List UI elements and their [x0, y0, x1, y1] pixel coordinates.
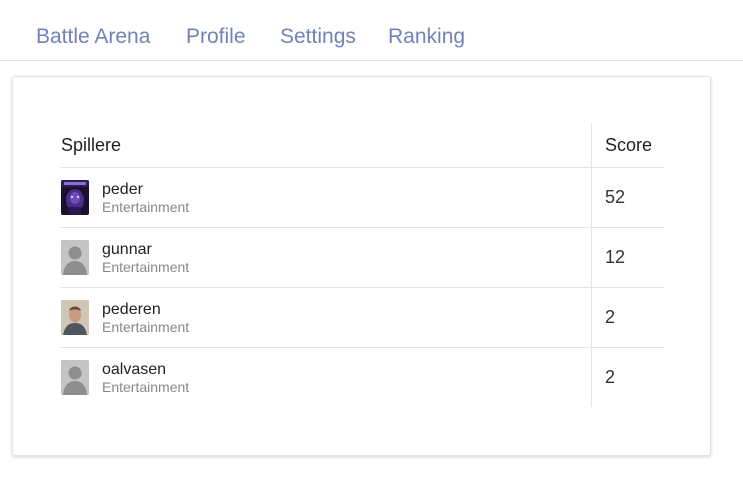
player-score: 2 — [591, 347, 664, 407]
leaderboard-table: Spillere Score peder Entertainment 52 gu… — [61, 123, 664, 407]
score-column-header: Score — [591, 123, 664, 168]
table-row[interactable]: gunnar Entertainment 12 — [61, 227, 664, 288]
photo-avatar — [61, 300, 89, 335]
default-user-avatar — [61, 240, 89, 275]
player-name[interactable]: oalvasen — [102, 361, 166, 379]
player-group: Entertainment — [102, 199, 190, 215]
player-group: Entertainment — [102, 319, 190, 335]
nav-profile[interactable]: Profile — [186, 24, 246, 50]
player-group: Entertainment — [102, 379, 190, 395]
table-header-row: Spillere Score — [61, 123, 664, 168]
nav-battle-arena[interactable]: Battle Arena — [36, 24, 150, 50]
table-row[interactable]: oalvasen Entertainment 2 — [61, 347, 664, 408]
player-name[interactable]: gunnar — [102, 241, 152, 259]
player-name[interactable]: peder — [102, 181, 143, 199]
player-score: 2 — [591, 287, 664, 348]
leaderboard-card: Spillere Score peder Entertainment 52 gu… — [12, 76, 711, 456]
nav-ranking[interactable]: Ranking — [388, 24, 465, 50]
table-row[interactable]: peder Entertainment 52 — [61, 167, 664, 228]
game-art-avatar — [61, 180, 89, 215]
table-row[interactable]: pederen Entertainment 2 — [61, 287, 664, 348]
player-group: Entertainment — [102, 259, 190, 275]
nav-settings[interactable]: Settings — [280, 24, 356, 50]
player-name[interactable]: pederen — [102, 301, 161, 319]
top-nav: Battle Arena Profile Settings Ranking — [0, 0, 743, 61]
default-user-avatar — [61, 360, 89, 395]
player-cell: pederen Entertainment — [61, 287, 592, 348]
player-score: 12 — [591, 227, 664, 288]
player-cell: gunnar Entertainment — [61, 227, 592, 288]
player-cell: peder Entertainment — [61, 167, 592, 228]
player-cell: oalvasen Entertainment — [61, 348, 592, 408]
players-column-header: Spillere — [61, 123, 592, 168]
player-score: 52 — [591, 167, 664, 228]
